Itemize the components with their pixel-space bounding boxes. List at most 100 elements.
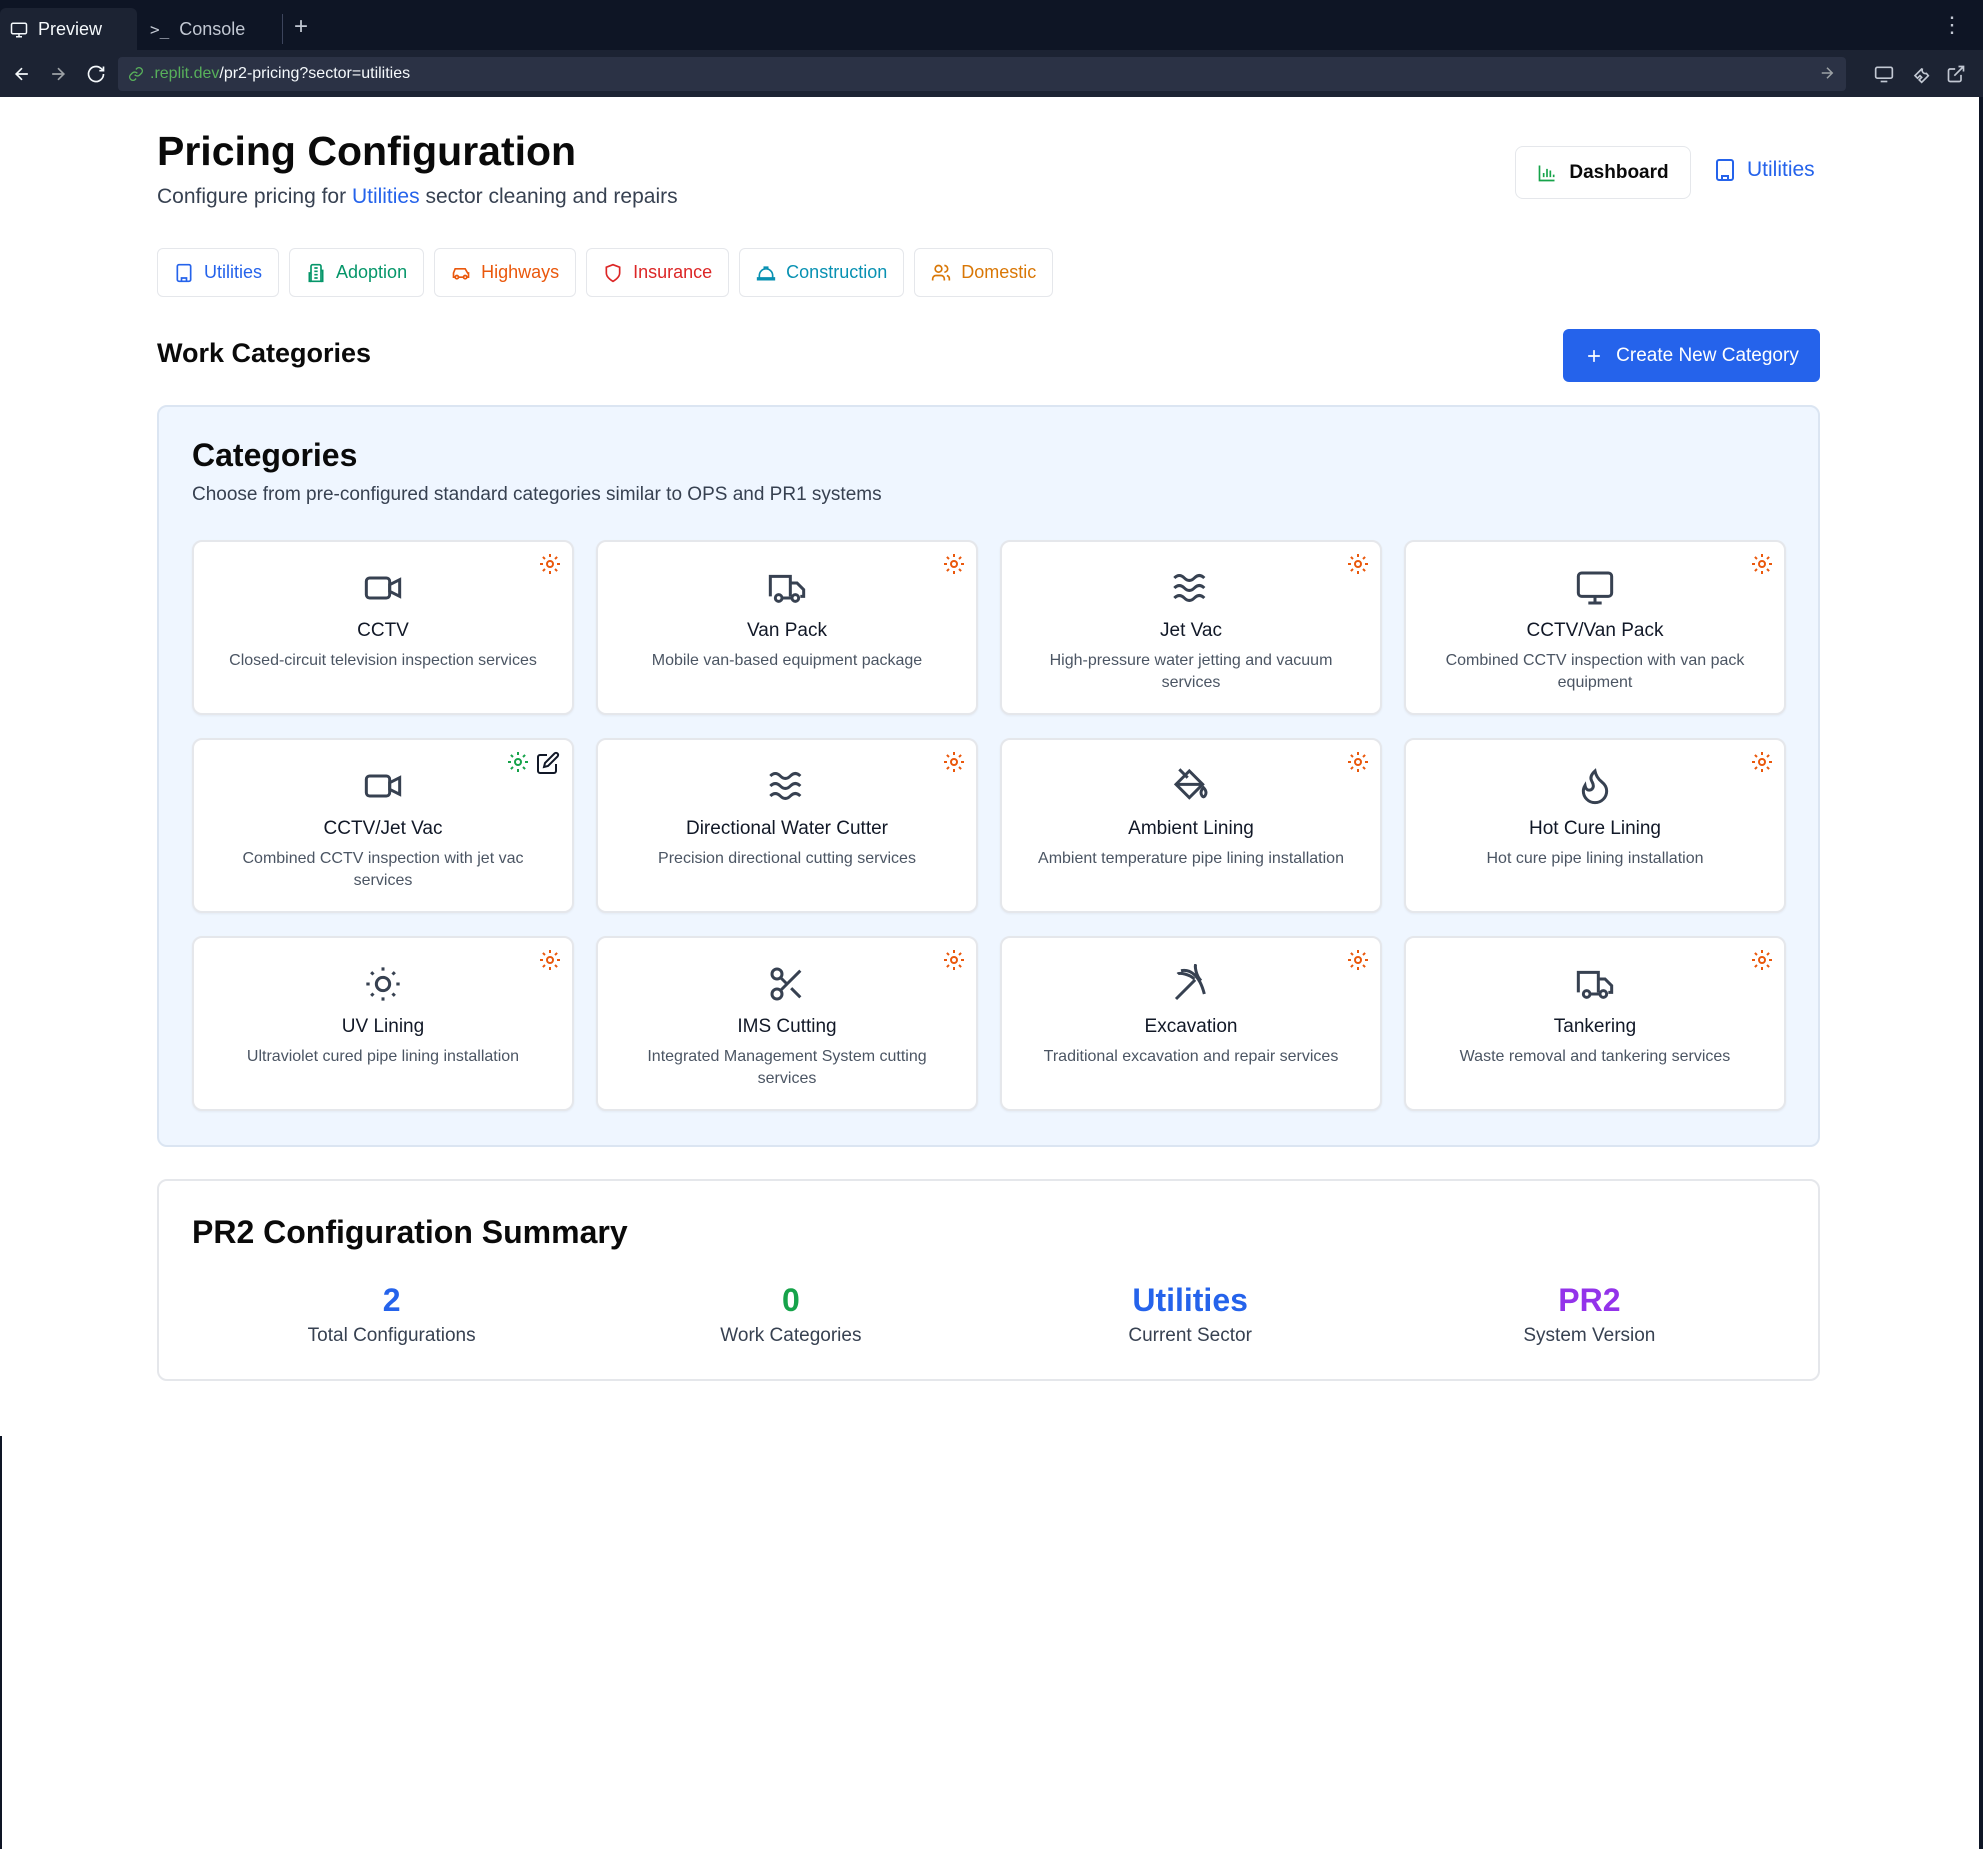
dashboard-button[interactable]: Dashboard — [1515, 146, 1691, 199]
category-card-van-pack[interactable]: Van Pack Mobile van-based equipment pack… — [596, 540, 978, 715]
gear-icon[interactable] — [1750, 552, 1774, 576]
tab-preview[interactable]: Preview — [0, 8, 137, 51]
gear-icon[interactable] — [506, 750, 530, 774]
url-field[interactable]: .replit.dev/pr2-pricing?sector=utilities — [118, 57, 1846, 91]
category-description: Precision directional cutting services — [658, 850, 916, 867]
sector-construction-button[interactable]: Construction — [739, 248, 905, 297]
gear-icon[interactable] — [1750, 750, 1774, 774]
monitor-icon — [10, 22, 28, 37]
category-name: Ambient Lining — [1128, 818, 1254, 839]
building-icon — [176, 263, 192, 282]
sector-domestic-button[interactable]: Domestic — [914, 248, 1054, 297]
subtitle-sector: Utilities — [351, 185, 420, 208]
category-name: Directional Water Cutter — [685, 818, 889, 839]
category-grid: CCTV Closed-circuit television inspectio… — [192, 540, 1786, 1111]
edit-icon[interactable] — [536, 751, 560, 775]
category-name: Van Pack — [747, 620, 827, 641]
gear-icon[interactable] — [1750, 948, 1774, 972]
sector-highways-button[interactable]: Highways — [434, 248, 577, 297]
category-card-excavation[interactable]: Excavation Traditional excavation and re… — [1000, 936, 1382, 1111]
category-description: Traditional excavation and repair servic… — [1043, 1048, 1339, 1065]
flame-icon — [1581, 768, 1609, 805]
category-card-cctv-van-pack[interactable]: CCTV/Van Pack Combined CCTV inspection w… — [1404, 540, 1786, 715]
devices-icon[interactable] — [1870, 60, 1898, 88]
stat-value: 0 — [781, 1282, 800, 1318]
category-name: CCTV/Van Pack — [1526, 620, 1664, 641]
sector-insurance-button[interactable]: Insurance — [586, 248, 730, 297]
category-name: UV Lining — [341, 1016, 425, 1037]
stat-label: System Version — [1523, 1325, 1656, 1346]
tab-console[interactable]: >_ Console — [140, 8, 280, 51]
category-name: Jet Vac — [1160, 620, 1222, 641]
subtitle-suffix: sector cleaning and repairs — [419, 185, 678, 208]
waves-icon — [1173, 574, 1206, 602]
category-card-uv-lining[interactable]: UV Lining Ultraviolet cured pipe lining … — [192, 936, 574, 1111]
dashboard-label: Dashboard — [1569, 161, 1669, 183]
monitor-icon — [1576, 571, 1614, 605]
category-card-ims-cutting[interactable]: IMS Cutting Integrated Management System… — [596, 936, 978, 1111]
gear-icon[interactable] — [1346, 552, 1370, 576]
gear-icon[interactable] — [1346, 750, 1370, 774]
category-description: Integrated Management System cutting ser… — [647, 1048, 927, 1087]
sun-icon — [366, 967, 400, 1001]
back-arrow-icon[interactable] — [8, 60, 36, 88]
stat-work-categories: 0 Work Categories — [591, 1281, 990, 1347]
terminal-icon: >_ — [150, 20, 170, 39]
stat-total-configurations: 2 Total Configurations — [192, 1281, 591, 1347]
forward-arrow-icon[interactable] — [44, 60, 72, 88]
stat-value: PR2 — [1558, 1282, 1621, 1318]
category-card-tankering[interactable]: Tankering Waste removal and tankering se… — [1404, 936, 1786, 1111]
hard-hat-icon — [757, 265, 776, 280]
sector-adoption-button[interactable]: Adoption — [289, 248, 425, 297]
browser-tabbar: Preview >_ Console + ⋮ — [0, 0, 1983, 51]
summary-title: PR2 Configuration Summary — [192, 1214, 628, 1250]
category-card-directional-water-cutter[interactable]: Directional Water Cutter Precision direc… — [596, 738, 978, 913]
category-card-hot-cure-lining[interactable]: Hot Cure Lining Hot cure pipe lining ins… — [1404, 738, 1786, 913]
category-card-cctv[interactable]: CCTV Closed-circuit television inspectio… — [192, 540, 574, 715]
sector-label: Domestic — [961, 262, 1037, 282]
sector-label: Insurance — [633, 262, 713, 282]
external-link-icon[interactable] — [1942, 60, 1970, 88]
category-name: Excavation — [1144, 1016, 1238, 1037]
more-vertical-icon[interactable]: ⋮ — [1941, 12, 1963, 38]
category-name: IMS Cutting — [737, 1016, 837, 1037]
wrench-icon[interactable] — [1906, 60, 1934, 88]
sector-utilities-button[interactable]: Utilities — [157, 248, 280, 297]
category-description: Hot cure pipe lining installation — [1486, 850, 1704, 867]
shield-icon — [605, 263, 621, 282]
category-description: Ambient temperature pipe lining installa… — [1038, 850, 1344, 867]
category-description: Combined CCTV inspection with jet vac se… — [242, 850, 524, 889]
categories-description: Choose from pre-configured standard cate… — [192, 484, 882, 505]
category-description: Ultraviolet cured pipe lining installati… — [246, 1048, 520, 1065]
gear-icon[interactable] — [538, 948, 562, 972]
category-card-cctv-jet-vac[interactable]: CCTV/Jet Vac Combined CCTV inspection wi… — [192, 738, 574, 913]
paint-bucket-icon — [1173, 768, 1208, 800]
reload-icon[interactable] — [82, 60, 110, 88]
tab-divider — [282, 14, 283, 44]
category-description: Combined CCTV inspection with van pack e… — [1445, 652, 1745, 691]
bar-chart-icon — [1539, 165, 1555, 181]
category-name: Tankering — [1553, 1016, 1637, 1037]
url-path: /pr2-pricing?sector=utilities — [219, 65, 411, 82]
stat-value: Utilities — [1132, 1282, 1248, 1318]
go-arrow-icon[interactable] — [1818, 64, 1836, 82]
new-tab-plus-icon[interactable]: + — [294, 13, 308, 41]
category-card-jet-vac[interactable]: Jet Vac High-pressure water jetting and … — [1000, 540, 1382, 715]
sector-tabs: Utilities Adoption Highways Insurance Co… — [157, 248, 1054, 297]
stat-label: Current Sector — [1128, 1325, 1252, 1346]
category-name: Hot Cure Lining — [1528, 818, 1662, 839]
office-building-icon — [308, 263, 324, 282]
tab-preview-label: Preview — [38, 19, 103, 39]
gear-icon[interactable] — [1346, 948, 1370, 972]
category-card-ambient-lining[interactable]: Ambient Lining Ambient temperature pipe … — [1000, 738, 1382, 913]
category-description: Closed-circuit television inspection ser… — [229, 652, 537, 669]
current-sector-label: Utilities — [1747, 158, 1815, 181]
gear-icon[interactable] — [942, 948, 966, 972]
stat-value: 2 — [382, 1282, 401, 1318]
gear-icon[interactable] — [942, 750, 966, 774]
pickaxe-icon — [1174, 964, 1206, 1001]
create-category-button[interactable]: Create New Category — [1563, 329, 1820, 382]
stat-current-sector: Utilities Current Sector — [991, 1281, 1390, 1347]
gear-icon[interactable] — [538, 552, 562, 576]
gear-icon[interactable] — [942, 552, 966, 576]
